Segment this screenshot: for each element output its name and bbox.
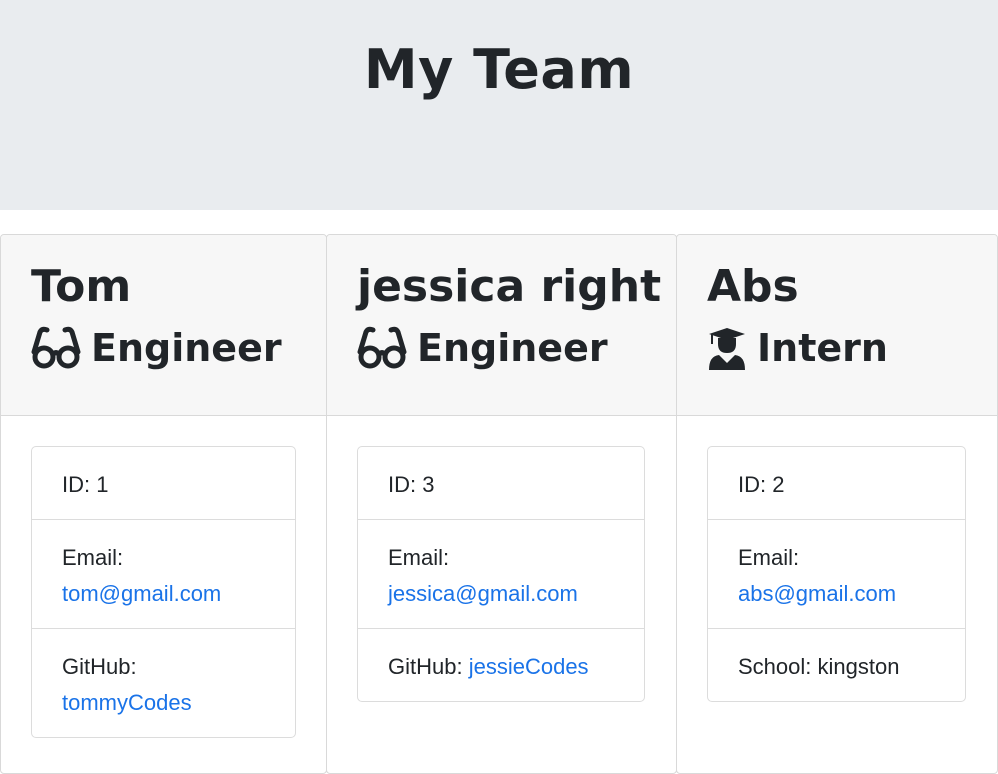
email-item: Email: abs@gmail.com [708, 520, 965, 629]
employee-name: Abs [707, 261, 799, 312]
school-item: School: kingston [708, 629, 965, 701]
github-item: GitHub: jessieCodes [358, 629, 644, 701]
card-header: Tom Engineer [1, 235, 326, 416]
card-header: jessica right Engineer [327, 235, 676, 416]
glasses-icon [31, 326, 81, 370]
id-item: ID: 2 [708, 447, 965, 520]
github-link[interactable]: jessieCodes [469, 654, 589, 679]
github-link[interactable]: tommyCodes [62, 690, 192, 715]
id-item: ID: 3 [358, 447, 644, 520]
email-label: Email: [62, 545, 124, 570]
card-header: Abs Intern [677, 235, 997, 416]
employee-card-tom: Tom Engineer ID: 1 Email: tom@gmail.com … [0, 234, 327, 774]
role-label: Engineer [417, 326, 608, 370]
email-link[interactable]: jessica@gmail.com [388, 581, 578, 606]
page-title: My Team [363, 38, 635, 101]
employee-role: Engineer [31, 323, 326, 373]
employee-card-jessica: jessica right Engineer ID: 3 Email: jess… [326, 234, 677, 774]
employee-name: Tom [31, 261, 132, 312]
email-label: Email: [388, 545, 450, 570]
graduate-icon [707, 326, 747, 370]
github-item: GitHub: tommyCodes [32, 629, 295, 737]
github-label: GitHub: [62, 654, 137, 679]
role-label: Intern [757, 326, 888, 370]
id-item: ID: 1 [32, 447, 295, 520]
github-label: GitHub: [388, 654, 463, 679]
email-item: Email: tom@gmail.com [32, 520, 295, 629]
employee-card-abs: Abs Intern ID: 2 Email: abs@gmail.com Sc… [676, 234, 998, 774]
email-link[interactable]: abs@gmail.com [738, 581, 896, 606]
email-link[interactable]: tom@gmail.com [62, 581, 221, 606]
email-label: Email: [738, 545, 800, 570]
employee-role: Engineer [357, 323, 676, 373]
details-list: ID: 1 Email: tom@gmail.com GitHub: tommy… [31, 446, 296, 738]
employee-role: Intern [707, 323, 997, 373]
glasses-icon [357, 326, 407, 370]
details-list: ID: 2 Email: abs@gmail.com School: kings… [707, 446, 966, 702]
details-list: ID: 3 Email: jessica@gmail.com GitHub: j… [357, 446, 645, 702]
school-value: kingston [817, 654, 900, 679]
email-item: Email: jessica@gmail.com [358, 520, 644, 629]
school-label: School: [738, 654, 812, 679]
jumbotron: My Team [0, 0, 998, 210]
role-label: Engineer [91, 326, 282, 370]
employee-name: jessica right [357, 261, 662, 312]
